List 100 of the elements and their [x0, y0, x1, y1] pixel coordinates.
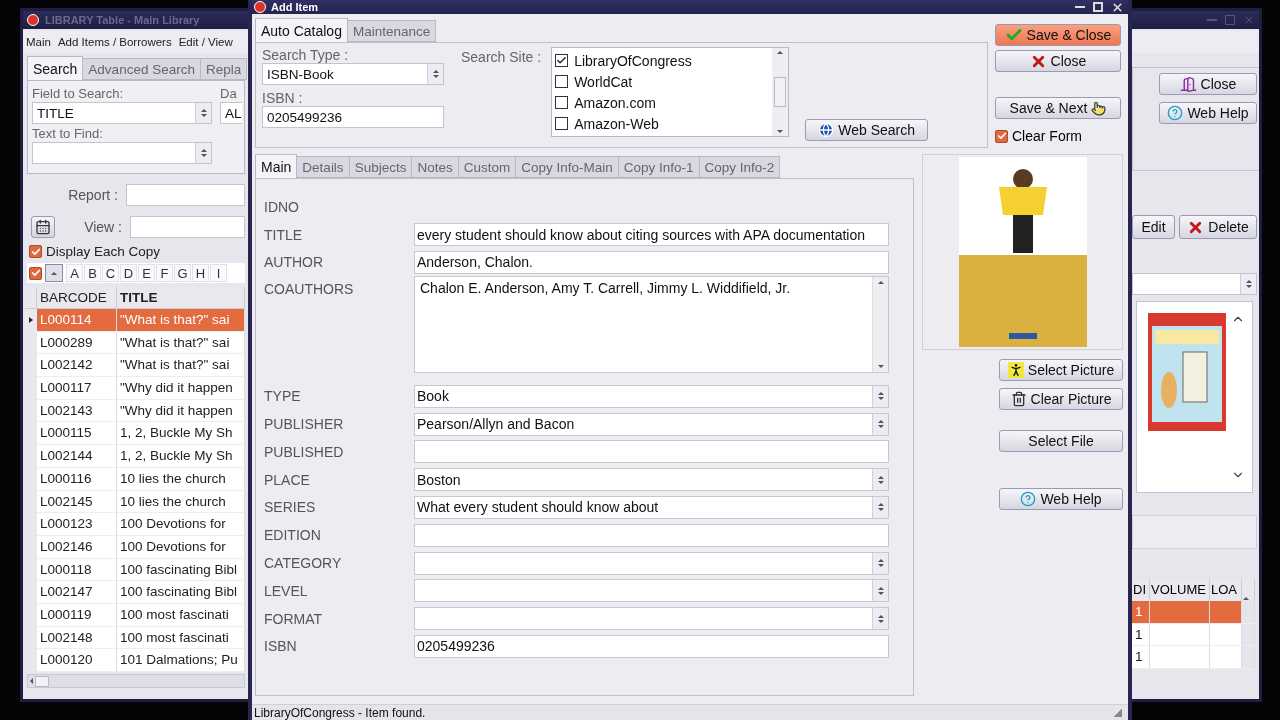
combo-field[interactable]: Book — [414, 384, 889, 408]
report-field[interactable] — [126, 184, 245, 206]
delete-button[interactable]: Delete — [1179, 215, 1257, 239]
table-cell[interactable]: L000116 — [37, 467, 117, 491]
checkbox[interactable] — [555, 117, 569, 130]
help-button[interactable]: Web Help — [1159, 102, 1257, 124]
text-field[interactable]: Anderson, Chalon. — [414, 251, 889, 274]
tab[interactable]: Notes — [411, 156, 459, 178]
combo-field[interactable] — [414, 579, 889, 603]
view-field[interactable] — [130, 216, 245, 238]
close-icon[interactable] — [1111, 0, 1124, 14]
column-header[interactable]: TITLE — [117, 287, 245, 309]
save-button[interactable]: Save & Close — [995, 24, 1121, 46]
tab[interactable]: Copy Info-1 — [617, 156, 700, 178]
text-area[interactable]: Chalon E. Anderson, Amy T. Carrell, Jimmy L. Widdifield, Jr. — [414, 276, 889, 374]
text-field[interactable] — [414, 523, 889, 547]
tab[interactable]: Maintenance — [346, 20, 437, 42]
table-cell[interactable]: 100 most fascinati — [117, 626, 245, 650]
table-cell[interactable]: 10 lies the church — [117, 467, 245, 491]
spin-icon[interactable] — [872, 413, 888, 435]
tab[interactable]: Search — [27, 56, 84, 80]
letter-button[interactable]: H — [192, 264, 209, 282]
combo-field[interactable]: What every student should know about — [414, 495, 889, 519]
spin-icon[interactable] — [872, 469, 888, 491]
table-cell[interactable] — [1210, 646, 1242, 670]
close-button[interactable]: Close — [995, 50, 1121, 72]
table-cell[interactable] — [1150, 646, 1210, 670]
spin-icon[interactable] — [1240, 274, 1256, 294]
table-cell[interactable]: L000120 — [37, 649, 117, 672]
table-cell[interactable]: L000289 — [37, 331, 117, 355]
table-cell[interactable] — [1210, 623, 1242, 647]
action-button[interactable]: Select Picture — [999, 359, 1123, 381]
list-item[interactable]: LibraryOfCongress — [574, 52, 692, 69]
combo-field[interactable] — [1132, 273, 1257, 295]
minimize-icon[interactable] — [1207, 19, 1217, 21]
tab[interactable]: Auto Catalog — [255, 18, 348, 42]
list-item[interactable]: WorldCat — [574, 73, 633, 90]
menu-item[interactable]: Edit / View — [178, 36, 233, 48]
help-button[interactable]: Web Help — [999, 488, 1123, 510]
menu-item[interactable]: Main — [26, 36, 51, 48]
tab[interactable]: Main — [255, 154, 298, 178]
web-search-button[interactable]: Web Search — [805, 119, 929, 141]
letter-button[interactable]: E — [138, 264, 155, 282]
table-cell[interactable]: L002148 — [37, 626, 117, 650]
table-cell[interactable]: 1 — [1132, 623, 1150, 647]
minimize-icon[interactable] — [1075, 6, 1085, 8]
spin-icon[interactable] — [872, 608, 888, 630]
spin-icon[interactable] — [427, 64, 443, 84]
tab[interactable]: Advanced Search — [82, 58, 201, 80]
calendar-button[interactable] — [31, 216, 55, 238]
letter-button[interactable]: G — [174, 264, 191, 282]
spin-icon[interactable] — [872, 496, 888, 518]
checkbox[interactable] — [995, 129, 1008, 143]
resize-grip-icon[interactable] — [1114, 708, 1122, 717]
spin-icon[interactable] — [195, 143, 211, 163]
menu-item[interactable]: Add Items / Borrowers — [57, 36, 172, 48]
letter-button[interactable]: D — [120, 264, 137, 282]
table-cell[interactable]: 1, 2, Buckle My Sh — [117, 445, 245, 468]
text-field[interactable]: 0205499236 — [414, 634, 889, 658]
table-cell[interactable]: 101 Dalmations; Pu — [117, 649, 245, 672]
table-cell[interactable]: 100 Devotions for — [117, 535, 245, 559]
column-header[interactable]: DI — [1132, 579, 1150, 601]
close-button[interactable]: Close — [1159, 73, 1257, 95]
column-header[interactable]: VOLUME — [1150, 579, 1210, 601]
table-cell[interactable]: L002143 — [37, 399, 117, 423]
table-cell[interactable]: "Why did it happen — [117, 377, 245, 400]
list-item[interactable]: Amazon.com — [574, 94, 656, 111]
combo-field[interactable]: Pearson/Allyn and Bacon — [414, 412, 889, 436]
row-header[interactable] — [25, 309, 37, 332]
table-cell[interactable]: L002146 — [37, 535, 117, 559]
letter-button[interactable]: C — [102, 264, 119, 282]
table-cell[interactable]: L002145 — [37, 490, 117, 514]
tab[interactable]: Details — [296, 156, 350, 178]
column-header[interactable]: LOA — [1210, 579, 1242, 601]
tab[interactable]: Repla — [199, 58, 248, 80]
table-cell[interactable]: 10 lies the church — [117, 490, 245, 514]
letter-button[interactable]: F — [156, 264, 173, 282]
table-cell[interactable]: 100 Devotions for — [117, 513, 245, 536]
table-cell[interactable]: "What is that?" sai — [117, 331, 245, 355]
checkbox[interactable] — [29, 266, 42, 280]
table-cell[interactable]: "What is that?" sai — [117, 354, 245, 378]
field-combo[interactable]: AL — [220, 102, 242, 124]
action-button[interactable]: Select File — [999, 430, 1123, 452]
table-cell[interactable]: 1, 2, Buckle My Sh — [117, 422, 245, 446]
table-cell[interactable]: L000115 — [37, 422, 117, 446]
table-cell[interactable]: 100 fascinating Bibl — [117, 581, 245, 604]
table-cell[interactable]: L000117 — [37, 377, 117, 400]
table-cell[interactable]: L002144 — [37, 445, 117, 468]
combo-field[interactable] — [414, 551, 889, 575]
vertical-scrollbar[interactable] — [872, 277, 888, 373]
table-cell[interactable]: L000118 — [37, 558, 117, 582]
checkbox[interactable] — [29, 245, 42, 258]
table-cell[interactable]: L002142 — [37, 354, 117, 378]
letter-button[interactable]: I — [210, 264, 227, 282]
spin-icon[interactable] — [872, 385, 888, 407]
letter-button[interactable]: B — [84, 264, 101, 282]
horizontal-scrollbar[interactable] — [27, 674, 245, 688]
checkbox[interactable] — [555, 96, 569, 109]
save-button[interactable]: Save & Next — [995, 97, 1121, 119]
spin-icon[interactable] — [872, 580, 888, 602]
